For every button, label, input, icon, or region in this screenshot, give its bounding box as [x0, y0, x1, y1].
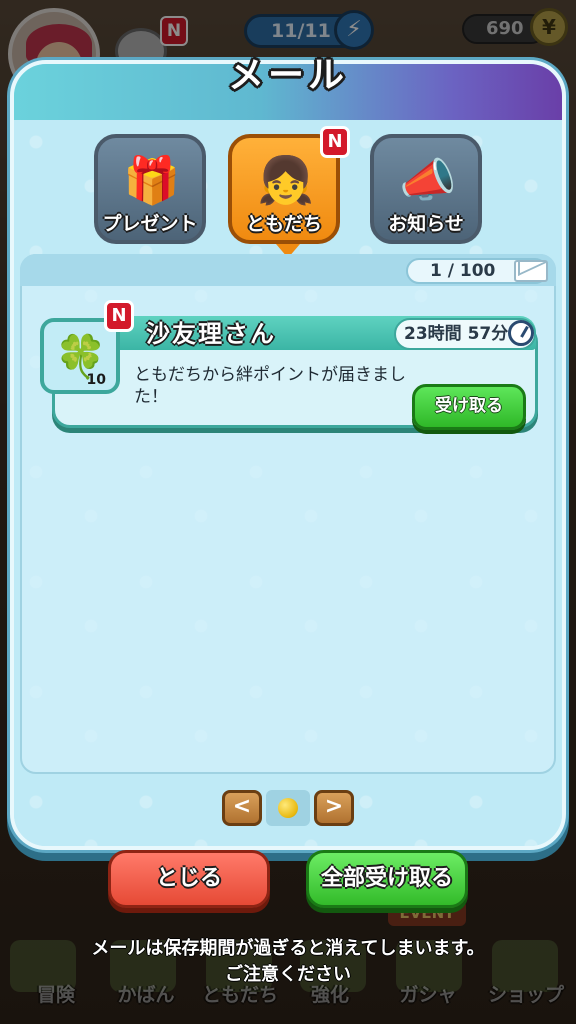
mail-item-sender: 沙友理さん [146, 320, 276, 348]
tab-news[interactable]: 📣 お知らせ [370, 134, 482, 244]
tab-friends-badge: N [320, 126, 350, 158]
mail-item-message: ともだちから絆ポイントが届きました！ [134, 365, 406, 407]
tab-present-label: プレゼント [102, 213, 198, 235]
clock-icon [508, 320, 534, 346]
expiry-notice: メールは保存期間が過ぎると消えてしまいます。 ご注意ください [0, 936, 576, 988]
megaphone-icon: 📣 [399, 153, 457, 207]
expiry-notice-line1: メールは保存期間が過ぎると消えてしまいます。 [91, 938, 485, 959]
next-page-button[interactable]: > [314, 790, 354, 826]
page-indicator [266, 790, 310, 826]
mail-item-quantity: 10 [86, 372, 106, 388]
receive-all-button[interactable]: 全部受け取る [306, 850, 468, 908]
tab-news-label: お知らせ [388, 213, 464, 235]
gift-icon: 🎁 [123, 153, 181, 207]
close-button[interactable]: とじる [108, 850, 270, 908]
tab-present[interactable]: 🎁 プレゼント [94, 134, 206, 244]
friend-icon: 👧 [257, 153, 315, 207]
prev-page-button[interactable]: < [222, 790, 262, 826]
mail-item-new-badge: N [104, 300, 134, 332]
dialog-title: メール [227, 55, 348, 96]
expiry-notice-line2: ご注意ください [225, 964, 351, 985]
envelope-icon [514, 260, 548, 282]
receive-button[interactable]: 受け取る [412, 384, 526, 430]
tab-friends-label: ともだち [245, 213, 322, 235]
page-dot [278, 798, 298, 818]
